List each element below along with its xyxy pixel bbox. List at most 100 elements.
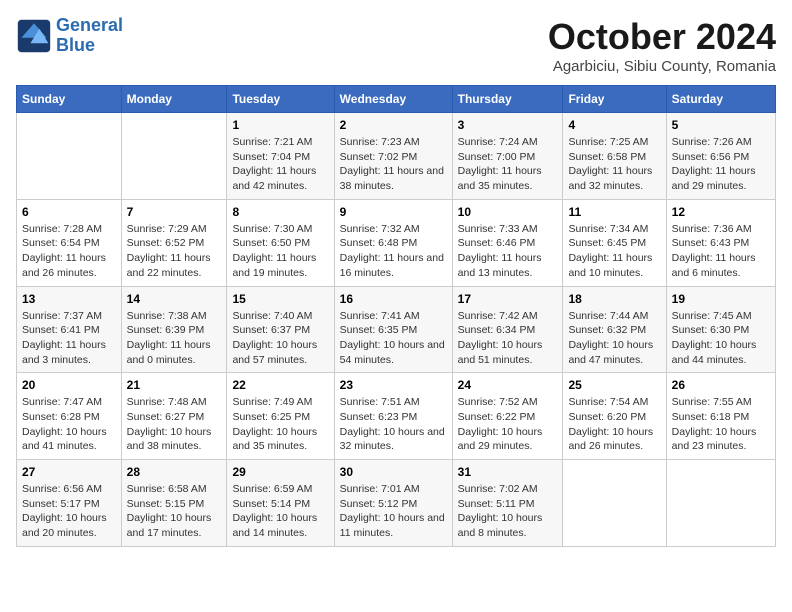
day-info: Sunrise: 6:58 AMSunset: 5:15 PMDaylight:… xyxy=(127,482,222,541)
day-info: Sunrise: 7:45 AMSunset: 6:30 PMDaylight:… xyxy=(672,309,770,368)
calendar-cell: 27 Sunrise: 6:56 AMSunset: 5:17 PMDayligh… xyxy=(17,460,122,547)
logo: General Blue xyxy=(16,16,123,56)
day-number: 6 xyxy=(22,205,116,219)
day-number: 2 xyxy=(340,118,447,132)
calendar-cell: 19Sunrise: 7:45 AMSunset: 6:30 PMDayligh… xyxy=(666,286,775,373)
calendar-cell: 8 Sunrise: 7:30 AMSunset: 6:50 PMDaylight… xyxy=(227,199,334,286)
calendar-cell: 22 Sunrise: 7:49 AMSunset: 6:25 PMDayligh… xyxy=(227,373,334,460)
calendar-cell: 18 Sunrise: 7:44 AMSunset: 6:32 PMDayligh… xyxy=(563,286,666,373)
calendar-cell: 30 Sunrise: 7:01 AMSunset: 5:12 PMDayligh… xyxy=(334,460,452,547)
day-info: Sunrise: 7:37 AMSunset: 6:41 PMDaylight:… xyxy=(22,309,116,368)
calendar-cell: 4 Sunrise: 7:25 AMSunset: 6:58 PMDaylight… xyxy=(563,113,666,200)
column-header-tuesday: Tuesday xyxy=(227,86,334,113)
day-number: 22 xyxy=(232,378,328,392)
day-info: Sunrise: 7:48 AMSunset: 6:27 PMDaylight:… xyxy=(127,395,222,454)
day-number: 25 xyxy=(568,378,660,392)
calendar-cell: 5Sunrise: 7:26 AMSunset: 6:56 PMDaylight… xyxy=(666,113,775,200)
day-info: Sunrise: 7:49 AMSunset: 6:25 PMDaylight:… xyxy=(232,395,328,454)
title-block: October 2024 Agarbiciu, Sibiu County, Ro… xyxy=(548,16,776,75)
day-info: Sunrise: 7:41 AMSunset: 6:35 PMDaylight:… xyxy=(340,309,447,368)
day-info: Sunrise: 7:32 AMSunset: 6:48 PMDaylight:… xyxy=(340,222,447,281)
day-info: Sunrise: 7:30 AMSunset: 6:50 PMDaylight:… xyxy=(232,222,328,281)
calendar-cell: 9 Sunrise: 7:32 AMSunset: 6:48 PMDaylight… xyxy=(334,199,452,286)
day-number: 9 xyxy=(340,205,447,219)
column-header-thursday: Thursday xyxy=(452,86,563,113)
day-number: 10 xyxy=(458,205,558,219)
day-info: Sunrise: 7:24 AMSunset: 7:00 PMDaylight:… xyxy=(458,135,558,194)
logo-text: General Blue xyxy=(56,16,123,56)
calendar-week-2: 6 Sunrise: 7:28 AMSunset: 6:54 PMDaylight… xyxy=(17,199,776,286)
column-header-wednesday: Wednesday xyxy=(334,86,452,113)
calendar-cell: 16 Sunrise: 7:41 AMSunset: 6:35 PMDayligh… xyxy=(334,286,452,373)
day-number: 29 xyxy=(232,465,328,479)
day-number: 15 xyxy=(232,292,328,306)
day-info: Sunrise: 7:25 AMSunset: 6:58 PMDaylight:… xyxy=(568,135,660,194)
day-number: 24 xyxy=(458,378,558,392)
calendar-cell: 7 Sunrise: 7:29 AMSunset: 6:52 PMDaylight… xyxy=(121,199,227,286)
calendar-cell: 3Sunrise: 7:24 AMSunset: 7:00 PMDaylight… xyxy=(452,113,563,200)
main-title: October 2024 xyxy=(548,16,776,58)
calendar-table: SundayMondayTuesdayWednesdayThursdayFrid… xyxy=(16,85,776,547)
day-info: Sunrise: 7:44 AMSunset: 6:32 PMDaylight:… xyxy=(568,309,660,368)
day-info: Sunrise: 7:47 AMSunset: 6:28 PMDaylight:… xyxy=(22,395,116,454)
day-info: Sunrise: 7:42 AMSunset: 6:34 PMDaylight:… xyxy=(458,309,558,368)
calendar-cell: 28Sunrise: 6:58 AMSunset: 5:15 PMDayligh… xyxy=(121,460,227,547)
day-number: 26 xyxy=(672,378,770,392)
page-header: General Blue October 2024 Agarbiciu, Sib… xyxy=(16,16,776,75)
calendar-cell: 24 Sunrise: 7:52 AMSunset: 6:22 PMDayligh… xyxy=(452,373,563,460)
day-number: 16 xyxy=(340,292,447,306)
day-info: Sunrise: 7:40 AMSunset: 6:37 PMDaylight:… xyxy=(232,309,328,368)
calendar-week-5: 27 Sunrise: 6:56 AMSunset: 5:17 PMDayligh… xyxy=(17,460,776,547)
day-number: 18 xyxy=(568,292,660,306)
day-info: Sunrise: 7:28 AMSunset: 6:54 PMDaylight:… xyxy=(22,222,116,281)
day-info: Sunrise: 7:36 AMSunset: 6:43 PMDaylight:… xyxy=(672,222,770,281)
day-number: 20 xyxy=(22,378,116,392)
day-info: Sunrise: 7:51 AMSunset: 6:23 PMDaylight:… xyxy=(340,395,447,454)
calendar-cell: 2 Sunrise: 7:23 AMSunset: 7:02 PMDaylight… xyxy=(334,113,452,200)
day-info: Sunrise: 7:34 AMSunset: 6:45 PMDaylight:… xyxy=(568,222,660,281)
day-info: Sunrise: 7:29 AMSunset: 6:52 PMDaylight:… xyxy=(127,222,222,281)
calendar-cell: 14 Sunrise: 7:38 AMSunset: 6:39 PMDayligh… xyxy=(121,286,227,373)
calendar-cell: 23 Sunrise: 7:51 AMSunset: 6:23 PMDayligh… xyxy=(334,373,452,460)
day-number: 8 xyxy=(232,205,328,219)
logo-icon xyxy=(16,18,52,54)
calendar-cell xyxy=(17,113,122,200)
column-header-monday: Monday xyxy=(121,86,227,113)
calendar-cell xyxy=(666,460,775,547)
calendar-week-3: 13 Sunrise: 7:37 AMSunset: 6:41 PMDayligh… xyxy=(17,286,776,373)
calendar-cell: 26Sunrise: 7:55 AMSunset: 6:18 PMDayligh… xyxy=(666,373,775,460)
calendar-cell: 1Sunrise: 7:21 AMSunset: 7:04 PMDaylight… xyxy=(227,113,334,200)
day-number: 7 xyxy=(127,205,222,219)
calendar-week-4: 20 Sunrise: 7:47 AMSunset: 6:28 PMDayligh… xyxy=(17,373,776,460)
day-number: 5 xyxy=(672,118,770,132)
logo-line1: General xyxy=(56,15,123,35)
calendar-cell: 11 Sunrise: 7:34 AMSunset: 6:45 PMDayligh… xyxy=(563,199,666,286)
subtitle: Agarbiciu, Sibiu County, Romania xyxy=(548,58,776,75)
day-info: Sunrise: 7:54 AMSunset: 6:20 PMDaylight:… xyxy=(568,395,660,454)
day-info: Sunrise: 7:33 AMSunset: 6:46 PMDaylight:… xyxy=(458,222,558,281)
day-info: Sunrise: 7:02 AMSunset: 5:11 PMDaylight:… xyxy=(458,482,558,541)
calendar-cell: 20 Sunrise: 7:47 AMSunset: 6:28 PMDayligh… xyxy=(17,373,122,460)
logo-line2: Blue xyxy=(56,35,95,55)
day-number: 30 xyxy=(340,465,447,479)
calendar-cell: 10 Sunrise: 7:33 AMSunset: 6:46 PMDayligh… xyxy=(452,199,563,286)
day-number: 12 xyxy=(672,205,770,219)
day-info: Sunrise: 7:01 AMSunset: 5:12 PMDaylight:… xyxy=(340,482,447,541)
calendar-cell: 17Sunrise: 7:42 AMSunset: 6:34 PMDayligh… xyxy=(452,286,563,373)
day-number: 23 xyxy=(340,378,447,392)
day-number: 4 xyxy=(568,118,660,132)
calendar-week-1: 1Sunrise: 7:21 AMSunset: 7:04 PMDaylight… xyxy=(17,113,776,200)
day-number: 31 xyxy=(458,465,558,479)
column-header-saturday: Saturday xyxy=(666,86,775,113)
day-number: 14 xyxy=(127,292,222,306)
day-number: 11 xyxy=(568,205,660,219)
day-info: Sunrise: 7:38 AMSunset: 6:39 PMDaylight:… xyxy=(127,309,222,368)
day-number: 27 xyxy=(22,465,116,479)
day-info: Sunrise: 7:23 AMSunset: 7:02 PMDaylight:… xyxy=(340,135,447,194)
calendar-cell: 29Sunrise: 6:59 AMSunset: 5:14 PMDayligh… xyxy=(227,460,334,547)
day-number: 13 xyxy=(22,292,116,306)
day-info: Sunrise: 6:56 AMSunset: 5:17 PMDaylight:… xyxy=(22,482,116,541)
calendar-cell: 13 Sunrise: 7:37 AMSunset: 6:41 PMDayligh… xyxy=(17,286,122,373)
day-info: Sunrise: 7:52 AMSunset: 6:22 PMDaylight:… xyxy=(458,395,558,454)
column-header-friday: Friday xyxy=(563,86,666,113)
